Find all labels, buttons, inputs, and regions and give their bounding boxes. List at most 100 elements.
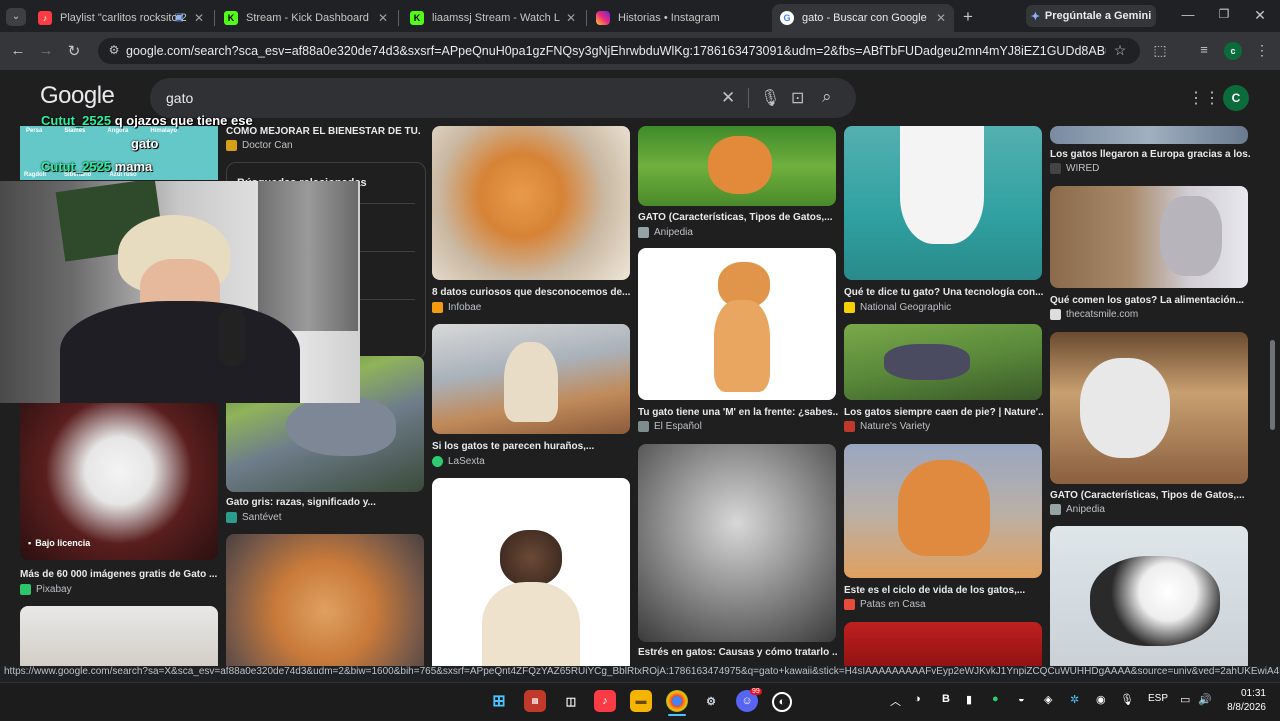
result-image[interactable] (1050, 186, 1248, 288)
tab-google-search[interactable]: G gato - Buscar con Google ✕ (772, 4, 954, 32)
result-image[interactable] (844, 126, 1042, 280)
result-source[interactable]: Nature's Variety (844, 421, 930, 432)
forward-icon[interactable]: → (36, 42, 56, 59)
close-icon[interactable]: ✕ (378, 11, 388, 25)
music-app-icon[interactable]: ♪ (594, 690, 616, 712)
peek-title[interactable]: CÓMO MEJORAR EL BIENESTAR DE TU... (226, 126, 421, 137)
back-icon[interactable]: ← (8, 42, 28, 59)
result-source[interactable]: Pixabay (20, 584, 72, 595)
result-source[interactable]: Infobae (432, 302, 481, 313)
tray-app-icon[interactable]: ◒ (1018, 693, 1025, 705)
tab-playlist[interactable]: ♪ Playlist "carlitos rocksito 2 ▣ ✕ (30, 4, 212, 32)
media-controls-icon[interactable]: ≡ (1194, 42, 1214, 57)
tray-chevron-icon[interactable]: ︿ (890, 693, 901, 709)
start-icon[interactable]: ⊞ (488, 690, 510, 712)
tray-app-icon[interactable]: ● (992, 693, 999, 705)
result-image[interactable] (1050, 332, 1248, 484)
result-source[interactable]: National Geographic (844, 302, 951, 313)
result-caption[interactable]: Tu gato tiene una 'M' en la frente: ¿sab… (638, 407, 838, 418)
result-source[interactable]: WIRED (1050, 163, 1099, 174)
app-icon[interactable]: ▤ (524, 690, 546, 712)
result-image[interactable] (638, 444, 836, 642)
obs-icon[interactable]: ◐ (772, 692, 792, 712)
result-image[interactable] (20, 606, 218, 666)
new-tab-icon[interactable]: + (958, 7, 978, 27)
tray-app-icon[interactable]: ◑ (914, 693, 921, 705)
result-caption[interactable]: Más de 60 000 imágenes gratis de Gato ..… (20, 569, 218, 580)
steam-icon[interactable]: ⚙ (700, 690, 722, 712)
lens-camera-icon[interactable]: ⊡ (791, 88, 804, 108)
result-caption[interactable]: Gato gris: razas, significado y... (226, 497, 421, 508)
google-logo[interactable]: Google (40, 82, 115, 110)
close-icon[interactable]: ✕ (936, 11, 946, 25)
result-caption[interactable]: Qué te dice tu gato? Una tecnología con.… (844, 287, 1044, 298)
result-image[interactable] (432, 126, 630, 280)
tray-app-icon[interactable]: ◉ (1096, 693, 1106, 706)
result-image[interactable] (1050, 126, 1248, 144)
tab-search-icon[interactable]: ⌄ (6, 8, 26, 26)
result-source[interactable]: thecatsmile.com (1050, 309, 1138, 320)
extensions-icon[interactable]: ⬚ (1150, 42, 1170, 59)
microphone-icon[interactable]: 🎙 (760, 88, 780, 108)
tray-app-icon[interactable]: B (942, 693, 950, 705)
network-icon[interactable]: ▭ (1180, 693, 1190, 706)
result-image[interactable]: ▪ Bajo licencia (20, 398, 218, 560)
result-image[interactable] (844, 622, 1042, 666)
clock-date[interactable]: 8/8/2026 (1222, 702, 1266, 713)
apps-grid-icon[interactable]: ⋮⋮ (1188, 88, 1220, 108)
search-icon[interactable]: ⌕ (822, 87, 832, 107)
result-image[interactable] (226, 534, 424, 666)
tray-app-icon[interactable]: ✲ (1070, 693, 1079, 706)
result-caption[interactable]: Este es el ciclo de vida de los gatos,..… (844, 585, 1044, 596)
result-image[interactable] (844, 324, 1042, 400)
tray-mic-icon[interactable]: 🎙 (1120, 693, 1134, 706)
bookmark-star-icon[interactable]: ☆ (1110, 42, 1130, 59)
tab-kick-dashboard[interactable]: K Stream - Kick Dashboard ✕ (216, 4, 396, 32)
account-avatar[interactable]: C (1223, 85, 1249, 111)
result-caption[interactable]: Qué comen los gatos? La alimentación... (1050, 295, 1250, 306)
tray-app-icon[interactable]: ◈ (1044, 693, 1052, 706)
result-image[interactable] (844, 444, 1042, 578)
result-image[interactable] (638, 126, 836, 206)
result-source[interactable]: Anipedia (1050, 504, 1105, 515)
result-caption[interactable]: GATO (Características, Tipos de Gatos,..… (638, 212, 838, 223)
result-image[interactable] (638, 248, 836, 400)
app-icon[interactable]: ◫ (560, 690, 582, 712)
site-info-icon[interactable]: ⚙ (104, 43, 124, 57)
restore-icon[interactable]: ❐ (1214, 7, 1234, 21)
tab-instagram[interactable]: Historias • Instagram (588, 4, 772, 32)
result-source[interactable]: Santévet (226, 512, 281, 523)
volume-icon[interactable]: 🔊 (1198, 693, 1212, 706)
chrome-icon[interactable] (666, 690, 688, 712)
minimize-icon[interactable]: — (1178, 7, 1198, 22)
file-explorer-icon[interactable]: ▬ (630, 690, 652, 712)
result-caption[interactable]: Los gatos siempre caen de pie? | Nature'… (844, 407, 1044, 418)
result-source[interactable]: El Español (638, 421, 702, 432)
clear-search-icon[interactable]: ✕ (721, 88, 735, 108)
page-scrollbar[interactable] (1270, 340, 1275, 430)
reload-icon[interactable]: ↻ (64, 42, 84, 60)
language-indicator[interactable]: ESP (1148, 693, 1168, 704)
window-close-icon[interactable]: ✕ (1250, 7, 1270, 24)
result-source[interactable]: LaSexta (432, 456, 485, 467)
result-image[interactable] (432, 478, 630, 666)
result-image[interactable] (1050, 526, 1248, 666)
result-source[interactable]: Patas en Casa (844, 599, 926, 610)
license-badge[interactable]: ▪ Bajo licencia (28, 538, 90, 548)
result-image[interactable] (432, 324, 630, 434)
result-caption[interactable]: Si los gatos te parecen huraños,... (432, 441, 632, 452)
address-bar-url[interactable]: google.com/search?sca_esv=af88a0e320de74… (126, 44, 1106, 58)
tray-app-icon[interactable]: ▮ (966, 693, 972, 706)
result-caption[interactable]: Estrés en gatos: Causas y cómo tratarlo … (638, 647, 838, 658)
menu-kebab-icon[interactable]: ⋮ (1252, 42, 1272, 59)
result-caption[interactable]: GATO (Características, Tipos de Gatos,..… (1050, 490, 1250, 501)
close-icon[interactable]: ✕ (566, 11, 576, 25)
tab-kick-stream[interactable]: K liaamssj Stream - Watch Live c ✕ (402, 4, 584, 32)
result-source[interactable]: Anipedia (638, 227, 693, 238)
gemini-button[interactable]: ✦ Pregúntale a Gemini (1026, 5, 1156, 27)
clock-time[interactable]: 01:31 (1232, 688, 1266, 699)
profile-avatar[interactable]: c (1224, 42, 1242, 60)
result-caption[interactable]: Los gatos llegaron a Europa gracias a lo… (1050, 149, 1250, 160)
close-icon[interactable]: ✕ (194, 11, 204, 25)
peek-source[interactable]: Doctor Can (226, 140, 293, 151)
